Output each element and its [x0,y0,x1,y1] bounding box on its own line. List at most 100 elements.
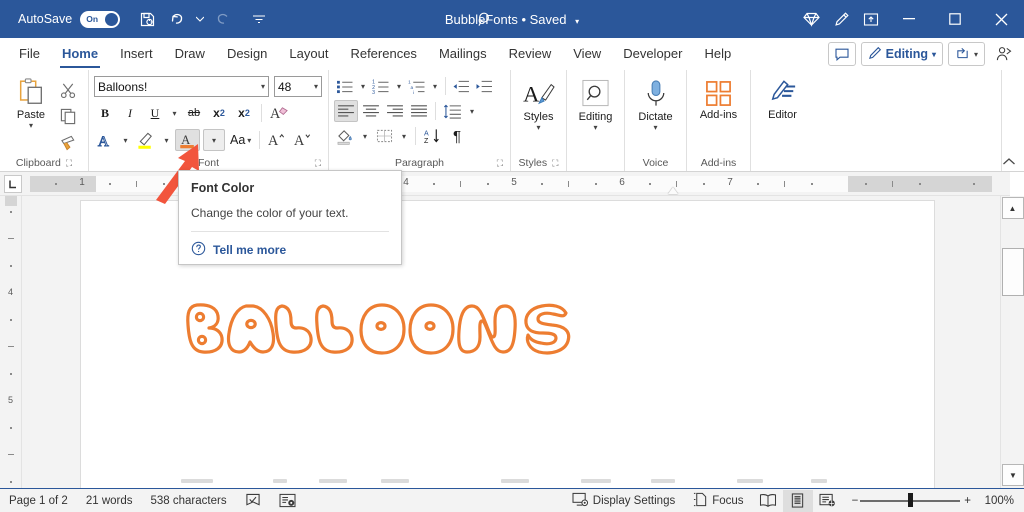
text-effects-dropdown-icon[interactable]: ▾ [120,129,131,151]
align-left-button[interactable] [334,100,358,122]
tab-developer[interactable]: Developer [612,38,693,70]
styles-dialog-launcher[interactable]: ⛶ [552,158,558,169]
styles-button[interactable]: A Styles ▾ [516,77,561,155]
customize-quick-access-icon[interactable] [244,4,274,34]
comment-icon[interactable] [827,42,856,66]
right-indent-marker[interactable] [668,187,678,194]
align-right-button[interactable] [384,100,406,122]
increase-indent-button[interactable] [473,75,495,97]
bullets-dropdown-icon[interactable]: ▾ [357,75,369,97]
focus-button[interactable]: Focus [684,489,752,512]
print-layout-icon[interactable] [782,489,813,512]
search-icon[interactable] [470,4,500,34]
undo-icon[interactable] [162,4,192,34]
strikethrough-button[interactable]: ab [183,102,205,124]
pen-icon[interactable] [826,4,856,34]
paste-button[interactable]: Paste ▾ [5,75,57,130]
accessibility-icon[interactable] [270,489,305,512]
status-words[interactable]: 21 words [77,489,142,512]
font-color-dropdown-icon[interactable]: ▾ [203,129,225,151]
text-highlight-color-button[interactable] [134,129,158,151]
vertical-scrollbar[interactable]: ▲ ▼ [1000,196,1024,488]
spelling-check-icon[interactable] [236,489,270,512]
font-name-combo[interactable]: Balloons! ▾ [94,76,269,97]
borders-button[interactable] [373,125,396,147]
subscript-button[interactable]: x2 [208,102,230,124]
diamond-icon[interactable] [796,4,826,34]
font-name-dropdown-icon[interactable]: ▾ [261,82,265,91]
document-area[interactable] [22,196,1000,488]
line-spacing-button[interactable] [441,100,464,122]
left-tab-stop-icon[interactable] [4,175,22,193]
font-color-button[interactable]: A [175,129,200,151]
tab-mailings[interactable]: Mailings [428,38,498,70]
ribbon-display-options-icon[interactable] [856,4,886,34]
chevron-down-icon[interactable]: ▾ [932,50,936,59]
paste-dropdown-icon[interactable]: ▾ [29,121,33,130]
share-dropdown-icon[interactable]: ▾ [974,50,978,59]
tab-references[interactable]: References [339,38,427,70]
line-spacing-dropdown-icon[interactable]: ▾ [466,100,478,122]
decrease-font-size-button[interactable]: A [292,129,315,151]
tab-help[interactable]: Help [693,38,742,70]
superscript-button[interactable]: x2 [233,102,255,124]
tab-design[interactable]: Design [216,38,278,70]
shading-button[interactable] [334,125,357,147]
underline-button[interactable]: U [144,102,166,124]
decrease-indent-button[interactable] [450,75,472,97]
font-dialog-launcher[interactable]: ⛶ [315,158,321,169]
tab-insert[interactable]: Insert [109,38,164,70]
maximize-button[interactable] [932,0,978,38]
numbering-dropdown-icon[interactable]: ▾ [393,75,405,97]
collapse-ribbon-button[interactable] [1001,70,1024,171]
sort-button[interactable]: A Z [421,125,444,147]
zoom-knob[interactable] [908,492,914,507]
horizontal-ruler[interactable]: 1 2 3 4 5 6 7 [0,172,1010,196]
format-painter-button[interactable] [57,131,80,153]
status-page[interactable]: Page 1 of 2 [0,489,77,512]
tab-layout[interactable]: Layout [278,38,339,70]
read-mode-icon[interactable] [753,490,783,512]
vertical-ruler[interactable]: 4 5 [0,196,22,488]
tab-view[interactable]: View [562,38,612,70]
multilevel-list-button[interactable]: 1 a i [406,75,428,97]
document-text-balloons[interactable] [183,293,583,363]
present-person-icon[interactable] [990,46,1016,62]
dictate-button[interactable]: Dictate ▾ [630,77,681,155]
title-dropdown-icon[interactable]: ▾ [575,17,579,26]
highlight-dropdown-icon[interactable]: ▾ [161,129,172,151]
editor-button[interactable]: Editor [757,77,809,155]
editing-mode-button[interactable]: Editing ▾ [860,42,943,66]
underline-dropdown-icon[interactable]: ▾ [169,102,180,124]
italic-button[interactable]: I [119,102,141,124]
shading-dropdown-icon[interactable]: ▾ [359,125,371,147]
multilevel-dropdown-icon[interactable]: ▾ [429,75,441,97]
tab-home[interactable]: Home [51,38,109,70]
zoom-percentage[interactable]: 100% [980,495,1024,507]
font-size-combo[interactable]: 48 ▾ [274,76,322,97]
bold-button[interactable]: B [94,102,116,124]
tab-file[interactable]: File [8,38,51,70]
show-formatting-marks-button[interactable]: ¶ [446,125,468,147]
increase-font-size-button[interactable]: A [266,129,289,151]
paragraph-dialog-launcher[interactable]: ⛶ [497,158,503,169]
text-effects-button[interactable]: A [94,129,117,151]
borders-dropdown-icon[interactable]: ▾ [398,125,410,147]
undo-dropdown-icon[interactable] [192,4,208,34]
zoom-slider[interactable] [860,491,961,511]
copy-button[interactable] [57,105,80,127]
scroll-up-icon[interactable]: ▲ [1001,197,1024,219]
addins-button[interactable]: Add-ins [692,78,745,155]
change-case-button[interactable]: Aa ▾ [228,129,253,151]
styles-dropdown-icon[interactable]: ▾ [536,123,540,132]
display-settings-button[interactable]: Display Settings [563,489,684,512]
share-button[interactable]: ▾ [947,42,985,66]
scroll-thumb[interactable] [1002,248,1024,296]
editing-button[interactable]: Editing ▾ [572,77,619,155]
clear-formatting-button[interactable]: A [268,102,292,124]
dictate-dropdown-icon[interactable]: ▾ [653,123,657,132]
tell-me-more-link[interactable]: Tell me more [191,241,389,259]
align-center-button[interactable] [360,100,382,122]
font-size-dropdown-icon[interactable]: ▾ [314,82,318,91]
justify-button[interactable] [408,100,430,122]
